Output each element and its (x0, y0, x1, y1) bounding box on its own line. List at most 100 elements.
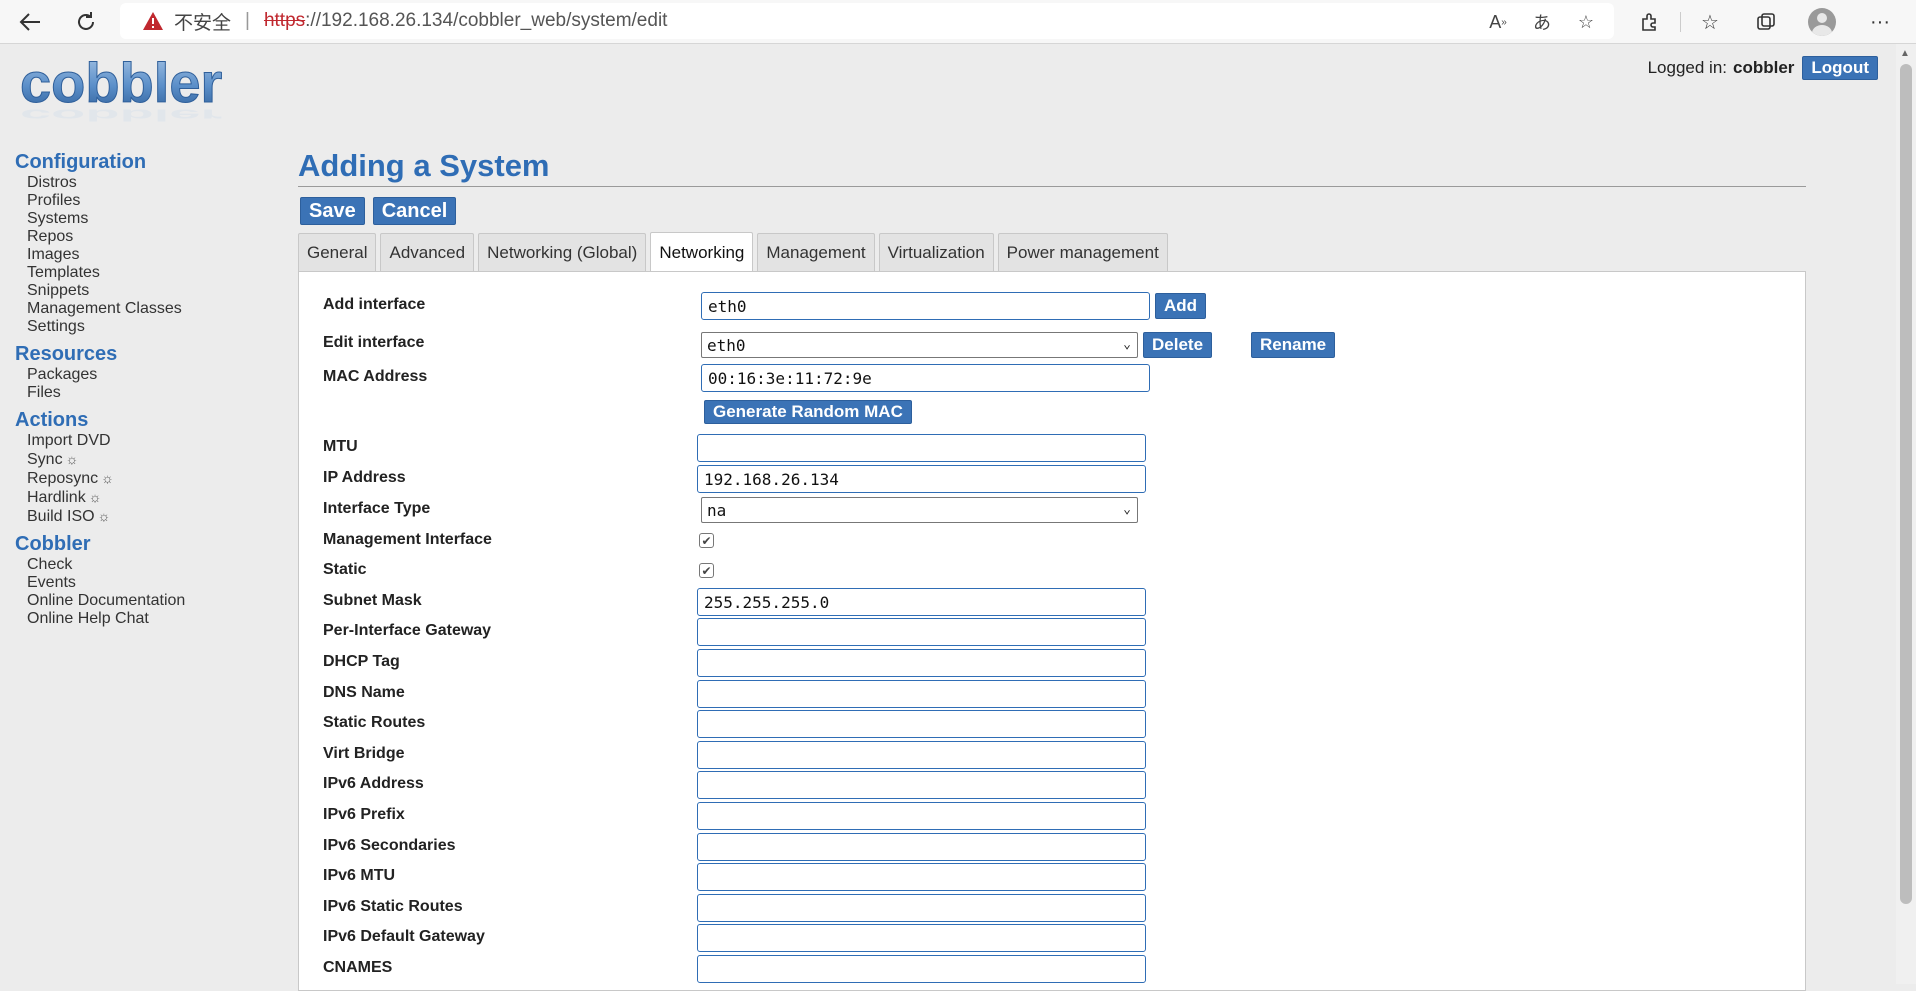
profile-avatar-icon[interactable] (1808, 8, 1836, 36)
dns-name-label: DNS Name (323, 684, 405, 701)
ipv6-address-row: IPv6 Address (323, 771, 1723, 799)
ip-address-input[interactable] (697, 465, 1146, 493)
sidebar-item-events[interactable]: Events (27, 574, 275, 592)
sidebar-item-images[interactable]: Images (27, 246, 275, 264)
ipv6-default-gateway-input[interactable] (697, 924, 1146, 952)
gear-icon: ☼ (101, 470, 114, 486)
sidebar-item-check[interactable]: Check (27, 556, 275, 574)
sidebar-item-reposync[interactable]: Reposync ☼ (27, 469, 275, 488)
sidebar-item-packages[interactable]: Packages (27, 366, 275, 384)
back-icon[interactable] (14, 6, 46, 38)
ipv6-default-gateway-row: IPv6 Default Gateway (323, 924, 1723, 952)
sidebar-item-build-iso-label: Build ISO (27, 508, 95, 525)
toolbar-divider (1680, 12, 1681, 32)
sidebar-list-cobbler: Check Events Online Documentation Online… (15, 556, 275, 628)
edit-interface-label: Edit interface (323, 334, 425, 351)
page-scrollbar[interactable]: ▲ (1896, 44, 1916, 984)
sidebar-item-distros[interactable]: Distros (27, 174, 275, 192)
sidebar-item-sync-label: Sync (27, 451, 63, 468)
ipv6-prefix-input[interactable] (697, 802, 1146, 830)
logout-button[interactable]: Logout (1802, 56, 1878, 80)
cobbler-logo[interactable]: cobbler cobbler (18, 51, 238, 132)
sidebar-item-hardlink-label: Hardlink (27, 489, 86, 506)
interface-type-row: Interface Type na ⌄ (323, 496, 1723, 524)
sidebar-item-online-documentation[interactable]: Online Documentation (27, 592, 275, 610)
sidebar-item-settings[interactable]: Settings (27, 318, 275, 336)
static-checkbox[interactable]: ✔ (699, 563, 714, 578)
delete-interface-button[interactable]: Delete (1143, 332, 1213, 358)
tab-general[interactable]: General (298, 233, 377, 271)
translate-icon[interactable]: あ (1528, 8, 1556, 36)
address-bar[interactable]: 不安全 | https://192.168.26.134/cobbler_web… (120, 3, 1614, 39)
cnames-input[interactable] (697, 955, 1146, 983)
ipv6-address-input[interactable] (697, 771, 1146, 799)
collections-icon[interactable] (1750, 6, 1782, 38)
ipv6-prefix-label: IPv6 Prefix (323, 806, 405, 823)
add-interface-input[interactable] (701, 292, 1150, 320)
sidebar-item-management-classes[interactable]: Management Classes (27, 300, 275, 318)
tab-networking[interactable]: Networking (650, 232, 754, 272)
chevron-down-icon: ⌄ (1123, 337, 1131, 352)
sidebar-item-import-dvd[interactable]: Import DVD (27, 432, 275, 450)
sidebar-section-actions: Actions (15, 409, 89, 431)
sidebar-section-resources: Resources (15, 343, 118, 365)
sidebar-item-repos[interactable]: Repos (27, 228, 275, 246)
dhcp-tag-input[interactable] (697, 649, 1146, 677)
sidebar-item-snippets[interactable]: Snippets (27, 282, 275, 300)
per-interface-gateway-input[interactable] (697, 618, 1146, 646)
edit-interface-select[interactable]: eth0 ⌄ (701, 332, 1138, 358)
static-routes-input[interactable] (697, 710, 1146, 738)
virt-bridge-row: Virt Bridge (323, 741, 1723, 769)
dns-name-input[interactable] (697, 680, 1146, 708)
refresh-icon[interactable] (70, 6, 102, 38)
url-protocol: https (263, 10, 306, 31)
sidebar-item-files[interactable]: Files (27, 384, 275, 402)
dhcp-tag-label: DHCP Tag (323, 653, 400, 670)
generate-random-mac-button[interactable]: Generate Random MAC (704, 400, 912, 424)
ipv6-static-routes-input[interactable] (697, 894, 1146, 922)
static-routes-row: Static Routes (323, 710, 1723, 738)
read-aloud-icon[interactable]: A» (1484, 8, 1512, 36)
rename-interface-button[interactable]: Rename (1251, 332, 1336, 358)
sidebar-item-hardlink[interactable]: Hardlink ☼ (27, 488, 275, 507)
mtu-input[interactable] (697, 434, 1146, 462)
extensions-icon[interactable] (1634, 6, 1666, 38)
sidebar: Configuration Distros Profiles Systems R… (15, 150, 275, 634)
tab-management[interactable]: Management (757, 233, 875, 271)
ipv6-prefix-row: IPv6 Prefix (323, 802, 1723, 830)
edit-interface-row: Edit interface eth0 ⌄ Delete Rename (323, 330, 1723, 358)
scrollbar-thumb[interactable] (1900, 64, 1912, 904)
virt-bridge-label: Virt Bridge (323, 745, 405, 762)
scroll-up-icon[interactable]: ▲ (1900, 48, 1910, 59)
sidebar-item-systems[interactable]: Systems (27, 210, 275, 228)
sidebar-item-templates[interactable]: Templates (27, 264, 275, 282)
subnet-mask-row: Subnet Mask (323, 588, 1723, 616)
favorites-icon[interactable]: ☆ (1694, 6, 1726, 38)
interface-type-label: Interface Type (323, 500, 431, 517)
more-menu-icon[interactable]: ··· (1864, 6, 1896, 38)
gear-icon: ☼ (88, 489, 102, 505)
sidebar-item-online-help-chat[interactable]: Online Help Chat (27, 610, 275, 628)
mac-address-input[interactable] (701, 364, 1150, 392)
sidebar-item-sync[interactable]: Sync ☼ (27, 450, 275, 469)
interface-type-value: na (707, 500, 727, 520)
logged-in-label: Logged in: (1647, 58, 1727, 77)
save-button[interactable]: Save (300, 197, 365, 225)
favorite-add-icon[interactable]: ☆ (1572, 8, 1600, 36)
ipv6-mtu-input[interactable] (697, 863, 1146, 891)
sidebar-item-build-iso[interactable]: Build ISO ☼ (27, 507, 275, 526)
virt-bridge-input[interactable] (697, 741, 1146, 769)
tab-power-management[interactable]: Power management (997, 233, 1168, 271)
add-interface-button[interactable]: Add (1155, 293, 1207, 319)
sidebar-item-profiles[interactable]: Profiles (27, 192, 275, 210)
tab-virtualization[interactable]: Virtualization (878, 233, 994, 271)
cancel-button[interactable]: Cancel (372, 197, 457, 225)
add-interface-label: Add interface (323, 296, 426, 313)
interface-type-select[interactable]: na ⌄ (701, 497, 1138, 523)
ipv6-secondaries-input[interactable] (697, 833, 1146, 861)
subnet-mask-input[interactable] (697, 588, 1146, 616)
tab-advanced[interactable]: Advanced (380, 233, 475, 271)
management-interface-checkbox[interactable]: ✔ (699, 533, 714, 548)
tab-networking-global[interactable]: Networking (Global) (478, 233, 647, 271)
chevron-down-icon: ⌄ (1123, 502, 1131, 517)
